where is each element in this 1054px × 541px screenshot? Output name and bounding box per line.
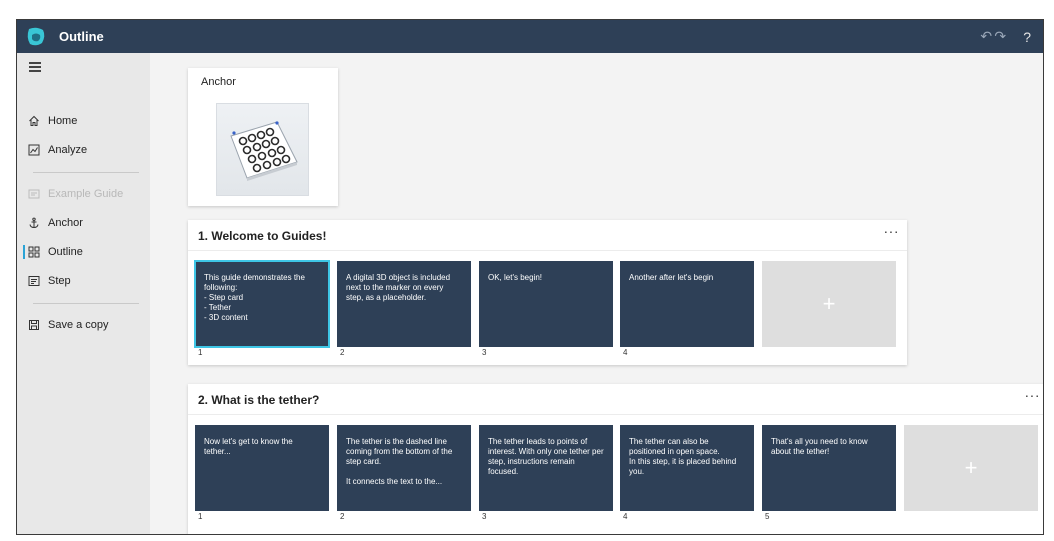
app-window: Outline ↶ ↷ ? Home Analyze Example Guide…: [16, 19, 1044, 535]
help-button[interactable]: ?: [1023, 29, 1031, 45]
guides-logo-icon: [27, 27, 45, 45]
sidebar-item-save-copy[interactable]: Save a copy: [17, 315, 150, 335]
step-card[interactable]: That's all you need to know about the te…: [762, 425, 896, 511]
sidebar-item-label: Outline: [48, 246, 83, 258]
step-card-wrapper[interactable]: OK, let's begin! 3: [479, 261, 613, 357]
anchor-marker-image: [216, 103, 309, 196]
step-number: 5: [765, 512, 770, 521]
more-options-button[interactable]: ···: [1025, 387, 1041, 403]
sidebar-item-analyze[interactable]: Analyze: [17, 140, 150, 160]
step-number: 2: [340, 512, 345, 521]
step-card-wrapper[interactable]: This guide demonstrates the following: -…: [194, 260, 330, 357]
step-number: 1: [198, 512, 203, 521]
step-number: 2: [340, 348, 345, 357]
step-card-wrapper[interactable]: That's all you need to know about the te…: [762, 425, 896, 521]
step-card[interactable]: This guide demonstrates the following: -…: [194, 260, 330, 348]
sidebar-divider: [33, 303, 139, 304]
add-step-button[interactable]: +: [762, 261, 896, 347]
sidebar-item-home[interactable]: Home: [17, 111, 150, 131]
undo-icon[interactable]: ↶: [979, 28, 993, 45]
step-card-wrapper[interactable]: The tether leads to points of interest. …: [479, 425, 613, 521]
sidebar-item-example-guide: Example Guide: [17, 184, 150, 204]
step-number: 1: [198, 348, 203, 357]
sidebar-item-outline[interactable]: Outline: [17, 242, 150, 262]
section-title: 1. Welcome to Guides!: [198, 229, 327, 243]
analyze-icon: [28, 144, 40, 156]
save-icon: [28, 319, 40, 331]
home-icon: [28, 115, 40, 127]
step-card-wrapper[interactable]: The tether is the dashed line coming fro…: [337, 425, 471, 521]
anchor-card[interactable]: Anchor: [188, 68, 338, 206]
outline-icon: [28, 246, 40, 258]
sidebar-item-label: Anchor: [48, 217, 83, 229]
sidebar-item-anchor[interactable]: Anchor: [17, 213, 150, 233]
step-number: 4: [623, 348, 628, 357]
section-header: 1. Welcome to Guides! ···: [188, 220, 907, 251]
sidebar-divider: [33, 172, 139, 173]
app-title: Outline: [59, 29, 104, 44]
sidebar-item-label: Analyze: [48, 144, 88, 156]
step-card[interactable]: The tether leads to points of interest. …: [479, 425, 613, 511]
sidebar: Home Analyze Example Guide Anchor Outlin…: [17, 53, 150, 534]
add-step-button[interactable]: +: [904, 425, 1038, 511]
section-welcome: 1. Welcome to Guides! ··· This guide dem…: [188, 220, 907, 365]
sidebar-item-label: Save a copy: [48, 319, 109, 331]
sidebar-item-step[interactable]: Step: [17, 271, 150, 291]
step-number: 3: [482, 512, 487, 521]
anchor-icon: [28, 217, 40, 229]
sidebar-item-label: Step: [48, 275, 71, 287]
step-card[interactable]: The tether is the dashed line coming fro…: [337, 425, 471, 511]
step-card[interactable]: OK, let's begin!: [479, 261, 613, 347]
hamburger-menu-icon[interactable]: [29, 62, 41, 74]
step-card-wrapper[interactable]: Now let's get to know the tether... 1: [195, 425, 329, 521]
section-title: 2. What is the tether?: [198, 393, 320, 407]
step-card-wrapper[interactable]: A digital 3D object is included next to …: [337, 261, 471, 357]
section-tether: 2. What is the tether? ··· Now let's get…: [188, 384, 1043, 534]
guide-icon: [28, 188, 40, 200]
step-number: 3: [482, 348, 487, 357]
more-options-button[interactable]: ···: [884, 223, 900, 239]
redo-icon[interactable]: ↷: [993, 28, 1007, 45]
step-card[interactable]: Another after let's begin: [620, 261, 754, 347]
sidebar-item-label: Home: [48, 115, 78, 127]
sidebar-item-label: Example Guide: [48, 188, 124, 200]
step-card-wrapper[interactable]: The tether can also be positioned in ope…: [620, 425, 754, 521]
section-header: 2. What is the tether? ···: [188, 384, 1043, 415]
title-bar: Outline ↶ ↷ ?: [17, 20, 1043, 53]
step-number: 4: [623, 512, 628, 521]
step-card[interactable]: A digital 3D object is included next to …: [337, 261, 471, 347]
outline-canvas: Anchor 1. Welcome to Guides! ··· This gu…: [150, 53, 1043, 534]
step-card[interactable]: Now let's get to know the tether...: [195, 425, 329, 511]
step-icon: [28, 275, 40, 287]
anchor-title: Anchor: [201, 76, 236, 88]
step-card[interactable]: The tether can also be positioned in ope…: [620, 425, 754, 511]
step-card-wrapper[interactable]: Another after let's begin 4: [620, 261, 754, 357]
